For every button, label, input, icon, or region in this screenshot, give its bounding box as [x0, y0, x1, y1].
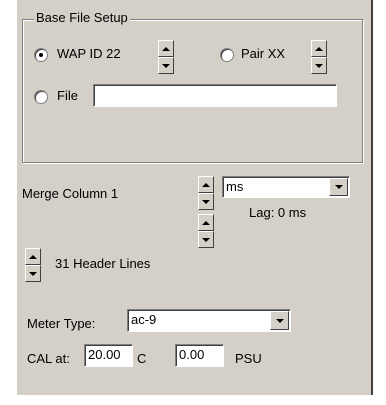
header-lines-up-button[interactable]	[25, 248, 41, 265]
arrow-down-icon	[202, 199, 210, 204]
wap-id-label: WAP ID 22	[57, 46, 121, 61]
group-title: Base File Setup	[34, 10, 130, 25]
cal-temperature-unit: C	[137, 351, 147, 366]
radio-selected-dot	[39, 53, 43, 57]
arrow-up-icon	[202, 182, 210, 187]
arrow-up-icon	[29, 254, 37, 259]
meter-type-value: ac-9	[131, 312, 157, 327]
header-lines-label: 31 Header Lines	[55, 256, 151, 271]
merge-column-down-button[interactable]	[198, 193, 214, 210]
time-unit-select[interactable]: ms	[222, 176, 350, 198]
panel-edge	[371, 0, 373, 395]
cal-temperature-value: 20.00	[88, 347, 121, 362]
arrow-up-icon	[162, 46, 170, 51]
wap-id-radio[interactable]	[34, 48, 48, 62]
wap-id-up-button[interactable]	[158, 40, 174, 57]
merge-column-up-button[interactable]	[198, 176, 214, 193]
arrow-down-icon	[315, 63, 323, 68]
pair-down-button[interactable]	[311, 57, 327, 74]
arrow-up-icon	[315, 46, 323, 51]
merge-column-spinner[interactable]	[198, 176, 214, 210]
file-radio[interactable]	[34, 90, 48, 104]
lag-down-button[interactable]	[198, 231, 214, 248]
cal-salinity-value: 0.00	[179, 347, 205, 362]
arrow-down-icon	[202, 237, 210, 242]
lag-label: Lag: 0 ms	[249, 205, 307, 220]
lag-up-button[interactable]	[198, 214, 214, 231]
file-label: File	[57, 88, 78, 103]
chevron-down-icon	[334, 185, 343, 189]
time-unit-value: ms	[226, 179, 244, 194]
cal-at-label: CAL at:	[27, 351, 70, 366]
lag-spinner[interactable]	[198, 214, 214, 248]
meter-type-select[interactable]: ac-9	[127, 309, 291, 332]
header-lines-spinner[interactable]	[25, 248, 41, 282]
merge-column-label: Merge Column 1	[22, 186, 119, 201]
chevron-down-icon	[275, 318, 284, 323]
cal-salinity-input[interactable]: 0.00	[175, 344, 224, 367]
arrow-down-icon	[162, 63, 170, 68]
meter-type-label: Meter Type:	[27, 316, 96, 331]
arrow-up-icon	[202, 220, 210, 225]
pair-up-button[interactable]	[311, 40, 327, 57]
wap-id-down-button[interactable]	[158, 57, 174, 74]
setup-panel: Base File Setup WAP ID 22 Pair XX File M…	[17, 0, 373, 395]
pair-label: Pair XX	[241, 46, 286, 61]
header-lines-down-button[interactable]	[25, 265, 41, 282]
arrow-down-icon	[29, 271, 37, 276]
time-unit-dropdown-button[interactable]	[329, 178, 348, 196]
file-path-input[interactable]	[93, 84, 337, 107]
meter-type-dropdown-button[interactable]	[270, 311, 289, 330]
pair-spinner[interactable]	[311, 40, 327, 74]
wap-id-spinner[interactable]	[158, 40, 174, 74]
pair-radio[interactable]	[220, 48, 234, 62]
cal-salinity-unit: PSU	[235, 351, 262, 366]
cal-temperature-input[interactable]: 20.00	[84, 344, 133, 367]
